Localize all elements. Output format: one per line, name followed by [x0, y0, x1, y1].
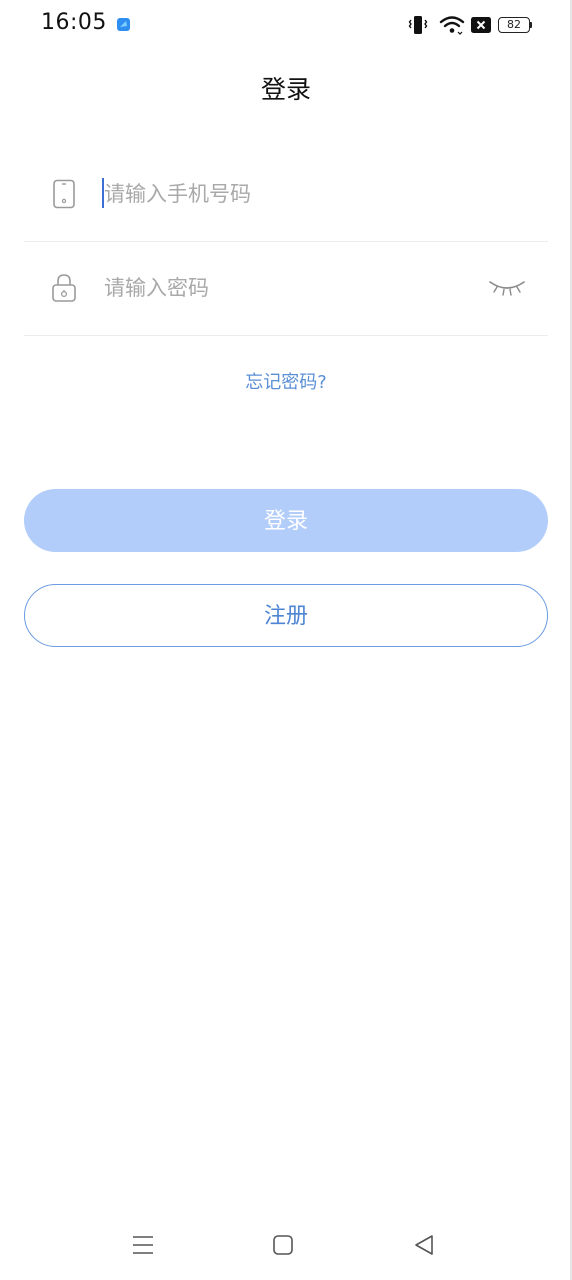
no-sim-icon	[471, 17, 491, 33]
password-row	[24, 241, 548, 336]
eye-closed-icon[interactable]	[488, 277, 526, 297]
forgot-password-link[interactable]: 忘记密码?	[0, 368, 572, 394]
status-bar: 16:05 82	[0, 0, 572, 52]
lock-icon	[52, 274, 76, 302]
battery-icon: 82	[498, 17, 532, 33]
home-icon[interactable]	[268, 1230, 298, 1260]
status-time: 16:05	[41, 10, 107, 35]
system-nav-bar	[0, 1220, 572, 1270]
app-notification-icon	[117, 18, 130, 31]
password-input[interactable]	[104, 269, 474, 307]
battery-level: 82	[498, 17, 530, 33]
phone-input[interactable]	[104, 175, 474, 213]
wifi-icon	[439, 16, 465, 35]
phone-icon	[53, 179, 75, 209]
register-button[interactable]: 注册	[24, 584, 548, 647]
back-icon[interactable]	[409, 1230, 439, 1260]
phone-row	[24, 147, 548, 242]
text-cursor	[102, 178, 104, 208]
login-button[interactable]: 登录	[24, 489, 548, 552]
page-title: 登录	[260, 75, 311, 104]
vibrate-icon	[408, 16, 428, 34]
menu-icon[interactable]	[128, 1230, 158, 1260]
